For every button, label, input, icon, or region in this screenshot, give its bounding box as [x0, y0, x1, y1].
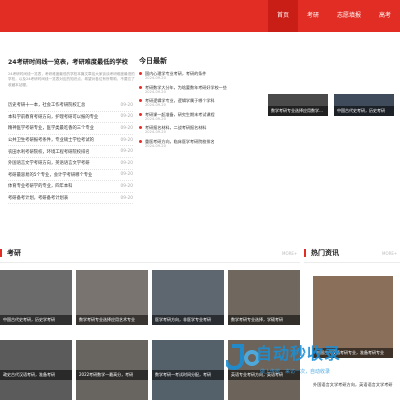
nav-volunteer[interactable]: 志愿填报 [328, 0, 370, 32]
list-item-title[interactable]: 本科学前教育考研方向，护理考研可以报的专业 [8, 114, 98, 120]
divider [0, 262, 300, 263]
kaoyan-section-title: 考研 [0, 249, 21, 257]
thumbnail-caption[interactable]: 2022考研数学一最高分，考研 [76, 370, 148, 380]
top-navbar: 首页 考研 志愿填报 高考 [0, 0, 400, 32]
article-thumbnail[interactable]: 政史古代汉语考研，准备考研 [0, 340, 72, 400]
list-item[interactable]: 农田水利考研院校，环境工程考研院校排名 09-20 [8, 146, 133, 158]
thumbnail-caption[interactable]: 数学考研一考试时间分配，考研 [152, 370, 224, 380]
nav-gaokao[interactable]: 高考 [370, 0, 400, 32]
today-latest-list: 国内心理学专业考研，考研的条件 2024-09-20 考研数学大分年，为啥要数年考… [139, 71, 264, 152]
side-thumbnail-1[interactable]: 数学考研专业选择应用数学方向 [268, 94, 328, 116]
list-item-title[interactable]: 体育专业考研学的专业，四年本科 [8, 183, 72, 189]
list-item-date: 2024-09-20 [145, 143, 166, 148]
list-item[interactable]: 精神医学考研专业，医学类最吃香的三个专业 09-20 [8, 123, 133, 135]
list-item-date: 09-20 [120, 102, 134, 108]
today-latest-heading: 今日最新 [139, 57, 167, 65]
thumbnail-caption[interactable]: 数学考研专业选择，学硕考研 [228, 315, 300, 325]
list-item[interactable]: 本科学前教育考研方向，护理考研可以报的专业 09-20 [8, 112, 133, 124]
list-item-title[interactable]: 公共卫生考研报考条件，专业硕士学位考试的 [8, 137, 94, 143]
nav-home[interactable]: 首页 [267, 0, 298, 32]
thumbnail-caption[interactable]: 中国古代史考研，历史考研 [334, 106, 394, 116]
list-item-date: 09-20 [120, 183, 134, 189]
watermark-logo-icon [226, 344, 260, 370]
thumbnail-caption[interactable]: 医学考研方向，非医学专业考研 [152, 315, 224, 325]
article-thumbnail[interactable]: 数学考研专业选择应用艺术专业 [76, 270, 148, 325]
side-thumbnail-2[interactable]: 中国古代史考研，历史考研 [334, 94, 394, 116]
list-item-date: 09-20 [120, 172, 134, 178]
divider [304, 262, 400, 263]
list-item[interactable]: 外国语言文学考研方向，英语语言文学考研 09-20 [8, 158, 133, 170]
list-item[interactable]: 国内心理学专业考研，考研的条件 2024-09-20 [139, 71, 264, 85]
article-thumbnail[interactable]: 数学考研专业选择，学硕考研 [228, 270, 300, 325]
list-item-date: 2024-09-20 [145, 130, 166, 134]
list-item[interactable]: 公共卫生考研报考条件，专业硕士学位考试的 09-20 [8, 135, 133, 147]
list-item-title[interactable]: 考研最容易的5个专业，会计学考研哪个专业 [8, 172, 92, 178]
thumbnail-caption[interactable]: 数学考研专业选择应用数学方向 [268, 106, 328, 116]
article-thumbnail[interactable]: 数学考研一考试时间分配，考研 [152, 340, 224, 400]
bullet-icon [139, 126, 142, 129]
thumbnail-caption[interactable]: 中国古代史考研，历史学考研 [0, 315, 72, 325]
list-item-date: 2024-09-20 [145, 76, 166, 80]
nav-kaoyan[interactable]: 考研 [298, 0, 328, 32]
list-item[interactable]: 考研最容易的5个专业，会计学考研哪个专业 09-20 [8, 170, 133, 182]
list-item-title[interactable]: 精神医学考研专业，医学类最吃香的三个专业 [8, 125, 94, 131]
list-item-title[interactable]: 外国语言文学考研方向，英语语言文学考研 [8, 160, 90, 166]
main-nav: 首页 考研 志愿填报 高考 [267, 0, 400, 32]
list-item[interactable]: 重医考研方向，临床医学考研院校排名 2024-09-20 [139, 139, 264, 153]
watermark-subtext: 做上传统，来访一次，自动收录 [260, 369, 331, 375]
bullet-icon [139, 139, 142, 143]
list-item-title[interactable]: 历史考研十一本，社会工作考研院校汇总 [8, 102, 85, 108]
bullet-icon [139, 72, 142, 75]
bullet-icon [139, 112, 142, 116]
list-item-title[interactable]: 考研备考计划，考研备考计划表 [8, 195, 68, 201]
list-item-date: 09-20 [120, 195, 134, 201]
headline-title[interactable]: 24考研时间线一览表，考研难度最低的学校 [8, 57, 136, 66]
list-item[interactable]: 考研报名材料，二战考研报名材料 2024-09-20 [139, 125, 264, 139]
list-item[interactable]: 考研课一起准备，研究生期末考试课程 2024-09-20 [139, 112, 264, 126]
bullet-icon [139, 99, 142, 102]
list-item-date: 2024-09-20 [145, 116, 166, 121]
article-thumbnail[interactable]: 2022考研数学一最高分，考研 [76, 340, 148, 400]
article-list: 历史考研十一本，社会工作考研院校汇总 09-20 本科学前教育考研方向，护理考研可… [8, 100, 133, 205]
thumbnail-caption[interactable]: 数学考研专业选择应用艺术专业 [76, 315, 148, 325]
hot-more-link[interactable]: MORE+ [382, 251, 397, 256]
kaoyan-more-link[interactable]: MORE+ [282, 251, 297, 256]
thumbnail-caption[interactable]: 政史古代汉语考研，准备考研 [0, 370, 72, 380]
headline-summary: 24考研时间线一览表，考研难度最低的学校本篇文章给大家谈谈考研难度最低的学校，以… [8, 72, 135, 87]
site-watermark: 自动秒收录 做上传统，来访一次，自动收录 [226, 336, 396, 392]
list-item-date: 09-20 [120, 149, 134, 155]
list-item-date: 2024-09-20 [145, 103, 166, 107]
list-item[interactable]: 考研备考计划，考研备考计划表 09-20 [8, 193, 133, 205]
list-item[interactable]: 考研逻辑学专业，逻辑学属于哪个学科 2024-09-20 [139, 98, 264, 112]
watermark-text: 自动秒收录 [256, 344, 342, 363]
article-thumbnail[interactable]: 中国古代史考研，历史学考研 [0, 270, 72, 325]
list-item-date: 09-20 [120, 125, 134, 131]
list-item[interactable]: 历史考研十一本，社会工作考研院校汇总 09-20 [8, 100, 133, 112]
hot-news-title: 热门资讯 [304, 249, 339, 257]
list-item-date: 09-20 [120, 160, 134, 166]
bullet-icon [139, 85, 142, 89]
list-item-date: 2024-09-20 [145, 89, 166, 94]
list-item-title[interactable]: 农田水利考研院校，环境工程考研院校排名 [8, 149, 90, 155]
list-item[interactable]: 体育专业考研学的专业，四年本科 09-20 [8, 181, 133, 193]
list-item-date: 09-20 [120, 114, 134, 120]
article-thumbnail[interactable]: 医学考研方向，非医学专业考研 [152, 270, 224, 325]
list-item-date: 09-20 [120, 137, 134, 143]
list-item[interactable]: 考研数学大分年，为啥要数年考研好学校一些 2024-09-20 [139, 85, 264, 99]
